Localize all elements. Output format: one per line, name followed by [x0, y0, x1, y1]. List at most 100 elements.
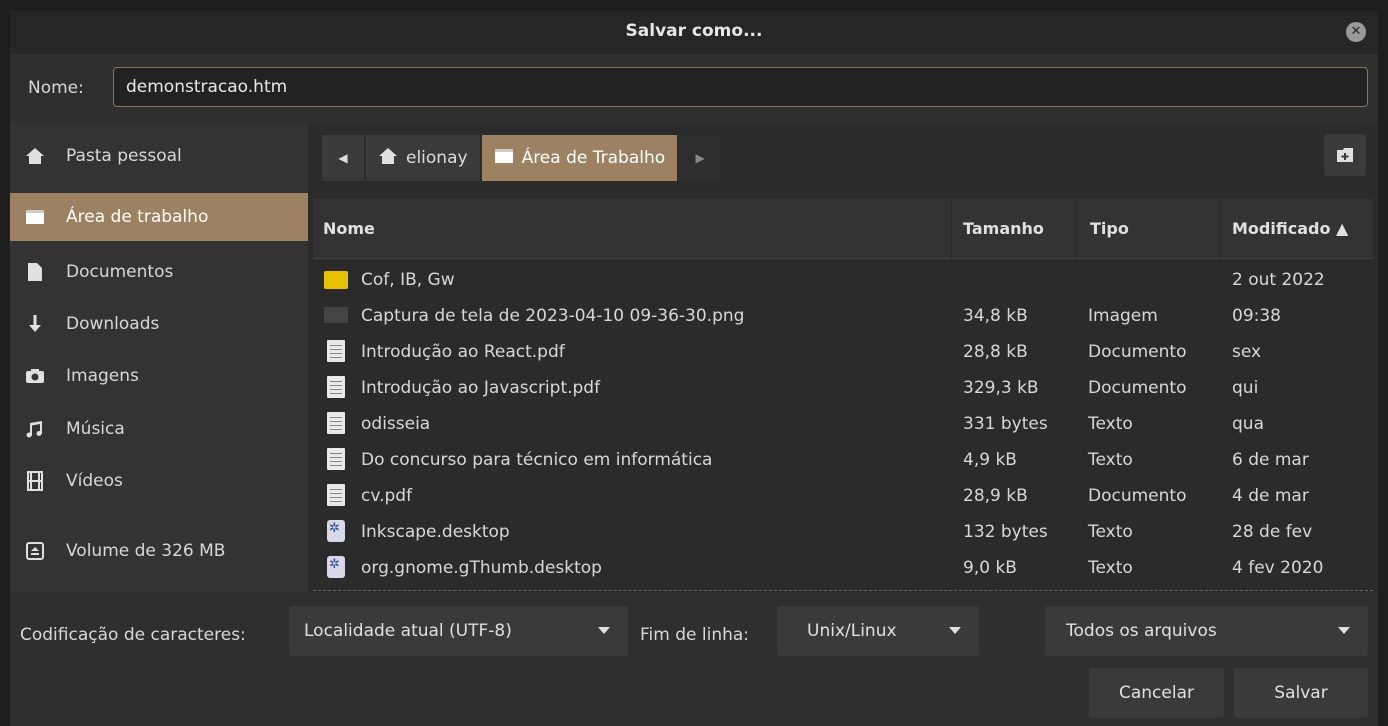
- new-folder-icon: [1337, 148, 1353, 162]
- film-icon: [24, 470, 46, 492]
- file-modified: 2 out 2022: [1232, 270, 1325, 290]
- file-row[interactable]: Captura de tela de 2023-04-10 09-36-30.p…: [313, 298, 1373, 334]
- file-type: Texto: [1088, 450, 1133, 470]
- file-name: odisseia: [361, 414, 431, 434]
- desktop-icon: [24, 206, 46, 228]
- sidebar-item-pictures[interactable]: Imagens: [10, 352, 308, 400]
- sidebar-item-label: Downloads: [66, 314, 160, 334]
- file-type-filter-select[interactable]: Todos os arquivos: [1045, 606, 1368, 656]
- chevron-down-icon: [1338, 627, 1350, 634]
- line-ending-select[interactable]: Unix/Linux: [777, 606, 979, 656]
- document-file-icon: [327, 340, 345, 362]
- dialog-title: Salvar como...: [625, 21, 763, 41]
- file-name: org.gnome.gThumb.desktop: [361, 558, 602, 578]
- drive-icon: [24, 540, 46, 562]
- chevron-down-icon: [598, 627, 610, 634]
- file-type: Documento: [1088, 486, 1187, 506]
- file-row[interactable]: Introdução ao Javascript.pdf 329,3 kB Do…: [313, 370, 1373, 406]
- desktop-file-icon: [327, 520, 345, 542]
- file-modified: 09:38: [1232, 306, 1281, 326]
- sidebar-item-label: Pasta pessoal: [66, 146, 182, 166]
- line-ending-label: Fim de linha:: [640, 625, 750, 645]
- list-bottom-divider: [313, 590, 1373, 591]
- file-size: 9,0 kB: [963, 558, 1017, 578]
- folder-icon: [324, 271, 348, 289]
- new-folder-button[interactable]: [1324, 134, 1366, 176]
- file-modified: qua: [1232, 414, 1264, 434]
- home-icon: [378, 147, 398, 170]
- file-name: Introdução ao Javascript.pdf: [361, 378, 601, 398]
- path-segment-desktop[interactable]: Área de Trabalho: [480, 134, 679, 182]
- sidebar-item-downloads[interactable]: Downloads: [10, 300, 308, 348]
- file-type-filter-value: Todos os arquivos: [1066, 621, 1217, 641]
- sidebar-item-volume[interactable]: Volume de 326 MB: [10, 527, 308, 575]
- file-size: 28,9 kB: [963, 486, 1028, 506]
- column-modified-header[interactable]: Modificado ▲: [1232, 219, 1348, 238]
- file-modified: qui: [1232, 378, 1259, 398]
- file-size: 4,9 kB: [963, 450, 1017, 470]
- encoding-value: Localidade atual (UTF-8): [304, 621, 512, 641]
- document-file-icon: [327, 376, 345, 398]
- file-row[interactable]: Cof, IB, Gw 2 out 2022: [313, 262, 1373, 298]
- file-name: Introdução ao React.pdf: [361, 342, 565, 362]
- file-modified: 4 de mar: [1232, 486, 1309, 506]
- sidebar-item-label: Documentos: [66, 262, 174, 282]
- chevron-down-icon: [949, 627, 961, 634]
- sidebar-item-documents[interactable]: Documentos: [10, 248, 308, 296]
- file-row[interactable]: org.gnome.gThumb.desktop 9,0 kB Texto 4 …: [313, 550, 1373, 586]
- file-modified: 28 de fev: [1232, 522, 1313, 542]
- options-bar: Codificação de caracteres: Localidade at…: [10, 592, 1378, 726]
- column-name-header[interactable]: Nome: [323, 219, 375, 238]
- file-size: 28,8 kB: [963, 342, 1028, 362]
- file-type: Texto: [1088, 522, 1133, 542]
- file-name: Inkscape.desktop: [361, 522, 510, 542]
- desktop-icon: [494, 147, 514, 170]
- text-file-icon: [327, 412, 345, 434]
- sidebar-item-videos[interactable]: Vídeos: [10, 457, 308, 505]
- path-segment-label: Área de Trabalho: [521, 148, 666, 168]
- save-button[interactable]: Salvar: [1234, 668, 1368, 718]
- name-row: Nome:: [10, 54, 1378, 122]
- file-name: Do concurso para técnico em informática: [361, 450, 713, 470]
- file-type: Documento: [1088, 342, 1187, 362]
- file-size: 329,3 kB: [963, 378, 1039, 398]
- path-forward-button[interactable]: ▶: [678, 134, 723, 182]
- file-type: Imagem: [1088, 306, 1158, 326]
- home-icon: [24, 145, 46, 167]
- sidebar-item-label: Música: [66, 419, 125, 439]
- sidebar-item-home[interactable]: Pasta pessoal: [10, 132, 308, 180]
- path-segment-home[interactable]: elionay: [365, 134, 481, 182]
- file-modified: 4 fev 2020: [1232, 558, 1324, 578]
- cancel-button[interactable]: Cancelar: [1089, 668, 1224, 718]
- file-type: Texto: [1088, 558, 1133, 578]
- close-icon[interactable]: ✕: [1346, 22, 1366, 42]
- file-type: Documento: [1088, 378, 1187, 398]
- encoding-select[interactable]: Localidade atual (UTF-8): [289, 606, 628, 656]
- file-row[interactable]: Do concurso para técnico em informática …: [313, 442, 1373, 478]
- file-row[interactable]: Inkscape.desktop 132 bytes Texto 28 de f…: [313, 514, 1373, 550]
- file-row[interactable]: cv.pdf 28,9 kB Documento 4 de mar: [313, 478, 1373, 514]
- places-sidebar: Pasta pessoal Área de trabalho Documento…: [10, 122, 308, 592]
- file-row[interactable]: odisseia 331 bytes Texto qua: [313, 406, 1373, 442]
- path-back-button[interactable]: ◀: [321, 134, 365, 182]
- column-type-header[interactable]: Tipo: [1090, 219, 1129, 238]
- sidebar-item-label: Imagens: [66, 366, 139, 386]
- sidebar-item-desktop[interactable]: Área de trabalho: [10, 193, 308, 241]
- sidebar-item-label: Volume de 326 MB: [66, 541, 226, 561]
- name-label: Nome:: [28, 78, 84, 98]
- path-bar: ◀ elionay Área de Trabalho ▶: [321, 134, 723, 182]
- sidebar-item-music[interactable]: Música: [10, 405, 308, 453]
- image-file-icon: [324, 307, 348, 323]
- file-modified: 6 de mar: [1232, 450, 1309, 470]
- filename-input[interactable]: [113, 67, 1368, 107]
- document-file-icon: [327, 484, 345, 506]
- file-size: 132 bytes: [963, 522, 1048, 542]
- path-segment-label: elionay: [406, 148, 468, 168]
- column-size-header[interactable]: Tamanho: [963, 219, 1044, 238]
- file-row[interactable]: Introdução ao React.pdf 28,8 kB Document…: [313, 334, 1373, 370]
- file-name: cv.pdf: [361, 486, 413, 506]
- encoding-label: Codificação de caracteres:: [20, 625, 246, 645]
- column-divider: [951, 199, 952, 259]
- download-icon: [24, 313, 46, 335]
- file-browser: ◀ elionay Área de Trabalho ▶ Nome Tamanh…: [308, 122, 1378, 592]
